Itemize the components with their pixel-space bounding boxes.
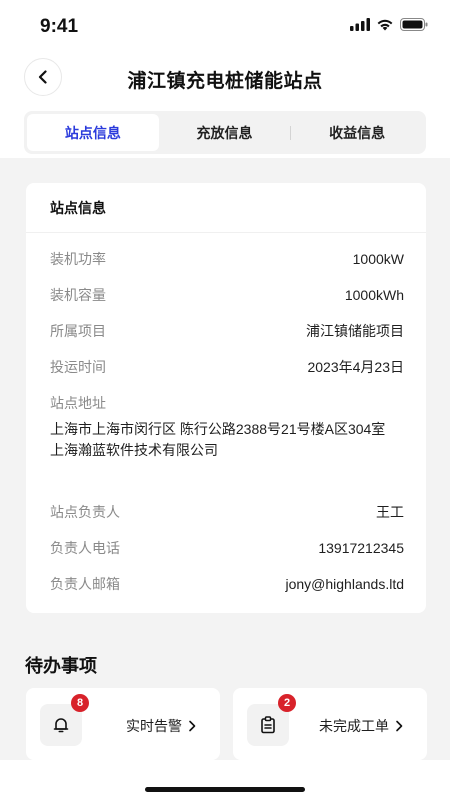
field-row-email: 负责人邮箱 jony@highlands.ltd [50, 574, 404, 594]
chevron-right-icon [396, 720, 403, 732]
field-label: 负责人邮箱 [50, 576, 120, 592]
tab-bar: 站点信息 充放信息 收益信息 [24, 111, 426, 154]
tab-site-info[interactable]: 站点信息 [27, 114, 159, 151]
todo-label: 实时告警 [126, 716, 196, 736]
address-line-2: 上海瀚蓝软件技术有限公司 [50, 442, 218, 458]
todo-label: 未完成工单 [319, 716, 403, 736]
address-value: 上海市上海市闵行区 陈行公路2388号21号楼A区304室 上海瀚蓝软件技术有限… [50, 419, 410, 461]
header-area: 9:41 浦江镇充电桩储能站点 站点信息 充放信息 收益信息 [0, 0, 450, 158]
address-label: 站点地址 [50, 395, 106, 411]
field-value[interactable]: jony@highlands.ltd [285, 576, 404, 592]
clipboard-icon [261, 716, 275, 734]
card-title: 站点信息 [26, 183, 426, 233]
status-bar: 9:41 [0, 0, 450, 56]
field-label: 负责人电话 [50, 540, 120, 556]
todo-icon-container: 2 [247, 694, 296, 746]
order-count-badge: 2 [278, 694, 296, 712]
site-info-card: 站点信息 装机功率 1000kW 装机容量 1000kWh 所属项目 浦江镇储能… [26, 183, 426, 613]
field-row-project: 所属项目 浦江镇储能项目 [50, 321, 404, 341]
battery-icon [400, 18, 428, 31]
alarm-count-badge: 8 [71, 694, 89, 712]
field-value: 浦江镇储能项目 [306, 323, 404, 339]
field-label: 投运时间 [50, 359, 106, 375]
todo-label-text: 未完成工单 [319, 718, 389, 734]
field-row-commission-date: 投运时间 2023年4月23日 [50, 357, 404, 377]
field-label: 所属项目 [50, 323, 106, 339]
field-value[interactable]: 13917212345 [318, 540, 404, 556]
field-row-phone: 负责人电话 13917212345 [50, 538, 404, 558]
todo-icon-container: 8 [40, 694, 89, 746]
status-time: 9:41 [40, 16, 79, 37]
tab-charge-discharge[interactable]: 充放信息 [159, 114, 291, 151]
todo-label-text: 实时告警 [126, 718, 182, 734]
field-row-capacity: 装机容量 1000kWh [50, 285, 404, 305]
page-title: 浦江镇充电桩储能站点 [127, 71, 323, 92]
field-label: 装机容量 [50, 287, 106, 303]
wifi-icon [377, 19, 393, 31]
cellular-signal-icon [350, 18, 370, 31]
navigation-bar: 浦江镇充电桩储能站点 [0, 56, 450, 100]
status-icons [350, 18, 428, 31]
home-indicator[interactable] [145, 787, 305, 792]
field-row-manager: 站点负责人 王工 [50, 502, 404, 522]
field-row-power: 装机功率 1000kW [50, 249, 404, 269]
todo-item-alarms[interactable]: 8 实时告警 [26, 688, 220, 760]
field-value: 1000kWh [344, 287, 404, 303]
tab-revenue[interactable]: 收益信息 [291, 114, 423, 151]
bell-icon [53, 718, 69, 733]
bottom-bar [0, 760, 450, 800]
todo-item-open-orders[interactable]: 2 未完成工单 [233, 688, 427, 760]
field-value: 1000kW [352, 251, 404, 267]
field-label: 装机功率 [50, 251, 106, 267]
field-value: 王工 [376, 504, 404, 520]
todo-section-title: 待办事项 [25, 656, 97, 676]
chevron-right-icon [189, 720, 196, 732]
field-label: 站点负责人 [50, 504, 120, 520]
field-value: 2023年4月23日 [307, 359, 404, 375]
address-line-1: 上海市上海市闵行区 陈行公路2388号21号楼A区304室 [50, 421, 386, 437]
